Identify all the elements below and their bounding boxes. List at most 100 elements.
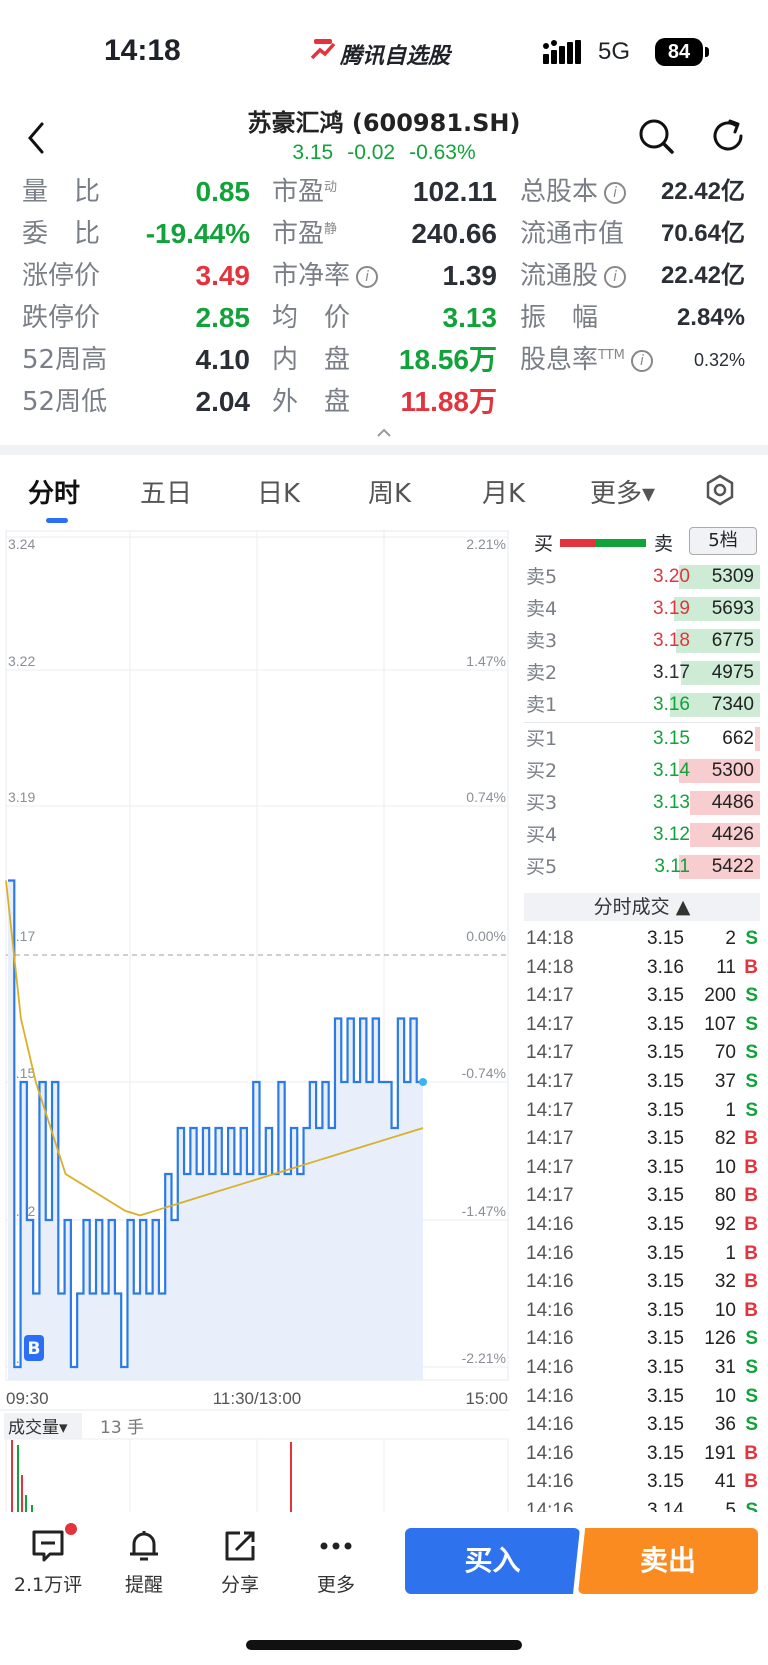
level-name: 卖1 bbox=[526, 694, 558, 716]
tab-more[interactable]: 更多▾ bbox=[590, 473, 655, 510]
buy-ratio-bar bbox=[560, 539, 596, 547]
trade-volume: 126 bbox=[704, 1328, 736, 1350]
bid-row[interactable]: 买3 3.13 4486 bbox=[524, 788, 760, 818]
sell-button[interactable]: 卖出 bbox=[578, 1528, 758, 1594]
stat-value: 1.39 bbox=[442, 260, 498, 291]
trade-volume: 200 bbox=[704, 985, 736, 1007]
trade-volume: 32 bbox=[714, 1271, 736, 1293]
buy-button[interactable]: 买入 bbox=[405, 1528, 580, 1594]
ask-row[interactable]: 卖4 3.19 5693 bbox=[524, 594, 760, 624]
level-price: 3.15 bbox=[653, 728, 690, 749]
trade-row: 14:16 3.15 1 B bbox=[524, 1240, 760, 1268]
trade-price: 3.15 bbox=[647, 1071, 684, 1092]
trade-side: B bbox=[744, 1442, 758, 1464]
comments-button[interactable]: 2.1万评 bbox=[8, 1528, 88, 1597]
stat-label-text: 均 价 bbox=[272, 303, 351, 333]
share-button[interactable]: 分享 bbox=[200, 1528, 280, 1597]
trade-side: S bbox=[745, 928, 758, 949]
bid-row[interactable]: 买5 3.11 5422 bbox=[524, 852, 760, 882]
level-name: 买2 bbox=[526, 760, 558, 782]
stat-label-text: 总股本 bbox=[520, 177, 599, 207]
trade-side: S bbox=[745, 1071, 758, 1092]
tab-daily-k[interactable]: 日K bbox=[257, 473, 300, 510]
tab-five-day[interactable]: 五日 bbox=[140, 473, 192, 510]
trade-time: 14:17 bbox=[526, 985, 574, 1007]
info-icon[interactable]: i bbox=[604, 181, 627, 204]
trade-volume: 1 bbox=[725, 1242, 736, 1264]
orderbook-divider bbox=[524, 722, 760, 723]
clock: 14:18 bbox=[104, 34, 181, 67]
levels-button[interactable]: 5档 bbox=[689, 527, 757, 555]
stat-label: 委 比 bbox=[22, 219, 100, 249]
stat-label: 52周低 bbox=[22, 387, 107, 417]
more-button[interactable]: 更多 bbox=[296, 1528, 376, 1597]
ask-row[interactable]: 卖1 3.16 7340 bbox=[524, 690, 760, 720]
stat-c3-2: 流通股 i 22.42亿 bbox=[520, 256, 745, 296]
bid-row[interactable]: 买4 3.12 4426 bbox=[524, 820, 760, 850]
trade-price: 3.15 bbox=[647, 1299, 684, 1321]
alert-button[interactable]: 提醒 bbox=[104, 1528, 184, 1597]
trade-side: B bbox=[744, 1185, 758, 1207]
trade-volume: 10 bbox=[714, 1299, 736, 1321]
bid-row[interactable]: 买2 3.14 5300 bbox=[524, 756, 760, 786]
trade-price: 3.15 bbox=[647, 1357, 684, 1378]
trade-time: 14:16 bbox=[526, 1242, 574, 1264]
more-label: 更多 bbox=[316, 1574, 355, 1596]
settings-icon[interactable] bbox=[704, 474, 736, 506]
ask-row[interactable]: 卖2 3.17 4975 bbox=[524, 658, 760, 688]
level-price: 3.17 bbox=[653, 662, 690, 683]
stat-value: 0.85 bbox=[195, 176, 251, 207]
trade-row: 14:16 3.15 41 B bbox=[524, 1468, 760, 1496]
stat-value: 11.88万 bbox=[400, 386, 497, 417]
level-price: 3.11 bbox=[654, 856, 690, 877]
stat-value: -19.44% bbox=[145, 218, 250, 249]
tab-monthly-k[interactable]: 月K bbox=[482, 473, 525, 510]
stat-label-sup: TTM bbox=[598, 348, 625, 363]
bid-row[interactable]: 买1 3.15 662 bbox=[524, 724, 760, 754]
level-price: 3.13 bbox=[653, 792, 690, 813]
signal-icon bbox=[543, 40, 581, 64]
stat-label-text: 外 盘 bbox=[272, 387, 351, 417]
level-volume: 4426 bbox=[711, 824, 754, 845]
stat-label: 总股本 i bbox=[520, 177, 627, 207]
trades-header[interactable]: 分时成交 ▲ bbox=[524, 893, 760, 921]
level-price: 3.12 bbox=[653, 824, 690, 845]
trade-time: 14:16 bbox=[526, 1328, 574, 1350]
search-icon[interactable] bbox=[636, 116, 676, 156]
home-indicator[interactable] bbox=[246, 1640, 522, 1650]
refresh-icon[interactable] bbox=[708, 116, 748, 156]
stat-c2-3: 均 价 3.13 bbox=[272, 298, 497, 338]
info-icon[interactable]: i bbox=[604, 265, 627, 288]
stat-c2-0: 市盈动 102.11 bbox=[272, 172, 497, 212]
info-icon[interactable]: i bbox=[630, 349, 653, 372]
tab-weekly-k[interactable]: 周K bbox=[368, 473, 411, 510]
tab-intraday[interactable]: 分时 bbox=[28, 473, 80, 510]
app-name: 腾讯自选股 bbox=[340, 44, 451, 69]
x-tick: 09:30 bbox=[6, 1389, 49, 1408]
stat-c2-4: 内 盘 18.56万 bbox=[272, 340, 497, 380]
stat-label-text: 市盈 bbox=[272, 219, 325, 249]
level-price: 3.18 bbox=[653, 630, 690, 651]
trade-time: 14:16 bbox=[526, 1214, 574, 1235]
trade-price: 3.15 bbox=[647, 1042, 684, 1064]
stat-value: 70.64亿 bbox=[660, 220, 745, 247]
trade-time: 14:16 bbox=[526, 1414, 574, 1436]
trade-row: 14:17 3.15 82 B bbox=[524, 1125, 760, 1153]
stat-label: 内 盘 bbox=[272, 345, 350, 375]
stat-label-sup: 静 bbox=[324, 222, 338, 237]
ask-row[interactable]: 卖3 3.18 6775 bbox=[524, 626, 760, 656]
volume-unit: 13 手 bbox=[100, 1418, 144, 1438]
level-name: 买4 bbox=[526, 824, 558, 846]
collapse-chevron-icon[interactable] bbox=[376, 428, 392, 438]
y-tick-left: 3.24 bbox=[8, 536, 35, 552]
trade-row: 14:16 3.15 10 B bbox=[524, 1297, 760, 1325]
stat-label-text: 委 比 bbox=[22, 219, 101, 249]
info-icon[interactable]: i bbox=[356, 265, 379, 288]
trade-price: 3.15 bbox=[647, 1442, 684, 1464]
trade-side: B bbox=[744, 1214, 758, 1235]
ask-row[interactable]: 卖5 3.20 5309 bbox=[524, 562, 760, 592]
intraday-chart[interactable]: 3.24 2.21%3.22 1.47%3.19 0.74%3.17 0.00%3.15… bbox=[0, 525, 520, 1515]
current-price: 3.15 bbox=[292, 141, 334, 164]
trade-row: 14:16 3.15 31 S bbox=[524, 1354, 760, 1382]
trade-volume: 1 bbox=[725, 1099, 736, 1121]
